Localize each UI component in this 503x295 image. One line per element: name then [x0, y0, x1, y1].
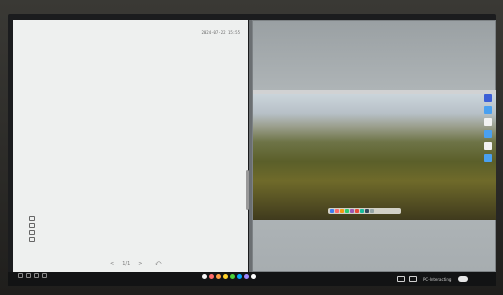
app-icon[interactable] — [335, 209, 339, 213]
back-icon[interactable] — [26, 273, 31, 278]
document-icon[interactable] — [484, 118, 492, 126]
apps-icon[interactable] — [42, 273, 47, 278]
eraser-tool-icon[interactable] — [29, 230, 35, 235]
window-icon[interactable] — [34, 273, 39, 278]
app-icon[interactable] — [345, 209, 349, 213]
app-icon[interactable] — [360, 209, 364, 213]
whiteboard-panel[interactable]: 2024-07-22 15:55 < 1/1 > ⤺ — [13, 20, 248, 272]
pc-interacting-status: PC-Interacting — [423, 277, 452, 282]
mac-desktop-screen[interactable] — [253, 90, 496, 220]
folder-icon[interactable] — [484, 94, 492, 102]
app-icon[interactable] — [340, 209, 344, 213]
mac-menubar — [253, 90, 496, 94]
taskbar-left-tools — [18, 273, 47, 278]
prev-page-button[interactable]: < — [110, 261, 114, 267]
color-dot[interactable] — [223, 274, 228, 279]
annotation-color-palette — [202, 274, 256, 279]
taskbar-right-controls — [397, 276, 417, 282]
screen-share-icon[interactable] — [409, 276, 417, 282]
page-indicator: 1/1 — [122, 261, 131, 267]
color-dot[interactable] — [251, 274, 256, 279]
document-icon[interactable] — [484, 142, 492, 150]
folder-icon[interactable] — [484, 130, 492, 138]
color-dot[interactable] — [202, 274, 207, 279]
folder-icon[interactable] — [484, 154, 492, 162]
undo-button[interactable]: ⤺ — [155, 260, 161, 268]
whiteboard-toolbar — [29, 216, 35, 242]
mac-dock — [328, 208, 401, 214]
folder-icon[interactable] — [484, 106, 492, 114]
color-dot[interactable] — [230, 274, 235, 279]
app-icon[interactable] — [355, 209, 359, 213]
interaction-toggle[interactable] — [458, 276, 468, 282]
whiteboard-timestamp: 2024-07-22 15:55 — [201, 30, 240, 35]
desktop-icons — [484, 94, 492, 162]
home-screen-icon[interactable] — [397, 276, 405, 282]
color-dot[interactable] — [244, 274, 249, 279]
page-navigator: < 1/1 > — [110, 261, 142, 267]
trash-icon[interactable] — [370, 209, 374, 213]
color-dot[interactable] — [237, 274, 242, 279]
home-icon[interactable] — [18, 273, 23, 278]
shape-tool-icon[interactable] — [29, 223, 35, 228]
app-icon[interactable] — [350, 209, 354, 213]
app-icon[interactable] — [365, 209, 369, 213]
next-page-button[interactable]: > — [138, 261, 142, 267]
color-dot[interactable] — [216, 274, 221, 279]
pen-tool-icon[interactable] — [29, 216, 35, 221]
color-dot[interactable] — [209, 274, 214, 279]
zoom-tool-icon[interactable] — [29, 237, 35, 242]
finder-icon[interactable] — [330, 209, 334, 213]
